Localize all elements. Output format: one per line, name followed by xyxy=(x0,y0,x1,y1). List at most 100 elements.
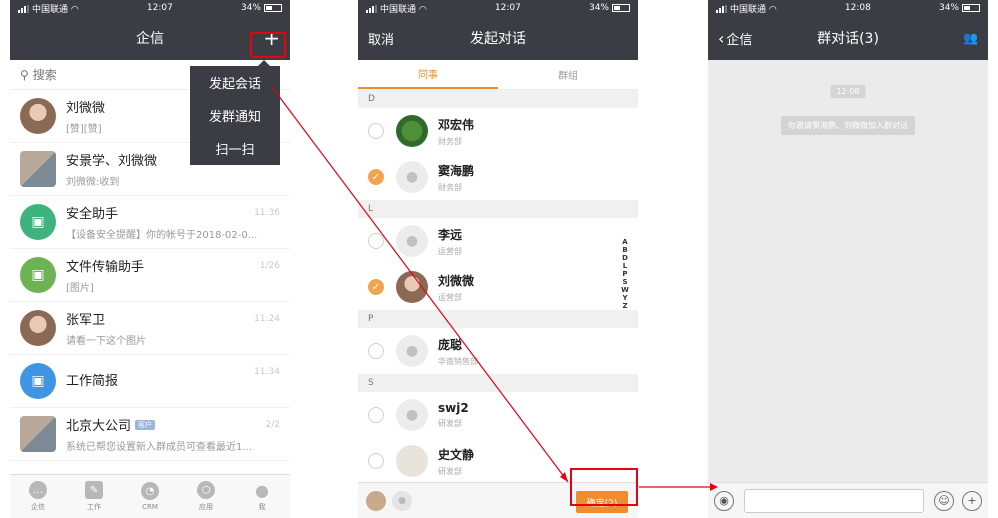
tab-colleagues[interactable]: 同事 xyxy=(358,60,498,89)
contact-info: 李远 运营部 xyxy=(438,226,462,257)
contact-avatar: ● xyxy=(396,161,428,193)
device-icon: ▣ xyxy=(20,204,56,240)
search-placeholder: 搜索 xyxy=(32,68,57,82)
menu-start-chat[interactable]: 发起会话 xyxy=(190,66,280,99)
index-letter[interactable]: A xyxy=(622,238,627,246)
index-letter[interactable]: L xyxy=(623,262,627,270)
unchecked-icon[interactable] xyxy=(368,453,384,469)
chat-row[interactable]: 张军卫 请看一下这个图片 11:24 xyxy=(10,302,290,355)
chat-text: 北京大公司 客户 系统已帮您设置新入群成员可查看最近1... xyxy=(66,415,280,453)
qixin-screen: 中国联通 ◠ 12:07 34% 企信 + ⚲ 搜索 刘微微 [赞][赞] 安景学、… xyxy=(10,0,290,518)
navbar: 企信 + xyxy=(10,16,290,60)
chat-row[interactable]: ▣ 文件传输助手 [图片] 1/26 xyxy=(10,249,290,302)
tab-bar: … 企信 ✎ 工作 ◔ CRM ⬡ 应用 ● 我 xyxy=(10,474,290,518)
contact-avatar: ● xyxy=(396,399,428,431)
index-letter[interactable]: D xyxy=(622,254,628,262)
tab-work[interactable]: ✎ 工作 xyxy=(66,475,122,518)
group-avatar xyxy=(20,416,56,452)
contact-row[interactable]: ✓ 刘微微运营部 xyxy=(358,264,638,310)
cancel-button[interactable]: 取消 xyxy=(368,16,394,60)
chat-name: 安全助手 xyxy=(66,207,119,222)
section-header: S xyxy=(358,374,638,392)
file-icon: ▣ xyxy=(20,257,56,293)
contact-row[interactable]: ✓ ● 窦海鹏 财务部 xyxy=(358,154,638,200)
index-letter[interactable]: P xyxy=(622,270,627,278)
chat-time: 2/2 xyxy=(265,420,280,430)
group-chat-screen: 中国联通 ◠ 12:08 34% ‹ 企信 群对话(3) 👥 12:08 你邀请窦… xyxy=(708,0,988,518)
group-members-icon[interactable]: 👥 xyxy=(963,16,978,60)
menu-scan[interactable]: 扫一扫 xyxy=(190,132,280,165)
report-icon: ▣ xyxy=(20,363,56,399)
tab-me[interactable]: ● 我 xyxy=(234,475,290,518)
index-letter[interactable]: Z xyxy=(622,302,627,310)
contact-info: 庞聪 华南销售部 xyxy=(438,336,478,367)
tab-groups[interactable]: 群组 xyxy=(498,60,638,89)
highlight-add-icon xyxy=(250,32,286,58)
wifi-icon: ◠ xyxy=(768,4,777,15)
contact-name: 刘微微 xyxy=(438,273,475,288)
pie-icon: ◔ xyxy=(141,482,159,500)
contact-dept: 运营部 xyxy=(438,292,462,302)
alphabet-index[interactable]: ABDLPSWYZ xyxy=(620,238,630,310)
chat-text: 张军卫 请看一下这个图片 xyxy=(66,309,280,347)
tab-label: 企信 xyxy=(31,503,45,511)
contact-row[interactable]: 邓宏伟 财务部 xyxy=(358,108,638,154)
battery-percent: 34% xyxy=(588,3,609,13)
chat-time: 11:24 xyxy=(254,314,280,324)
unchecked-icon[interactable] xyxy=(368,407,384,423)
contact-avatar: ● xyxy=(396,225,428,257)
checked-icon[interactable]: ✓ xyxy=(368,279,384,295)
chat-preview: [图片] xyxy=(66,283,94,294)
index-letter[interactable]: S xyxy=(622,278,627,286)
chat-row[interactable]: 北京大公司 客户 系统已帮您设置新入群成员可查看最近1... 2/2 xyxy=(10,408,290,461)
contact-row[interactable]: ● swj2 研发部 xyxy=(358,392,638,438)
customer-badge: 客户 xyxy=(135,419,156,430)
segment-tabs: 同事 群组 xyxy=(358,60,638,90)
cube-icon: ⬡ xyxy=(197,481,215,499)
menu-group-notice[interactable]: 发群通知 xyxy=(190,99,280,132)
signal-icon xyxy=(366,5,377,13)
contact-name: swj2 xyxy=(438,401,469,415)
contact-dept: 财务部 xyxy=(438,136,462,146)
checked-icon[interactable]: ✓ xyxy=(368,169,384,185)
index-letter[interactable]: Y xyxy=(622,294,627,302)
contact-info: swj2 研发部 xyxy=(438,401,469,429)
chat-row[interactable]: ▣ 工作简报 11:34 xyxy=(10,355,290,408)
emoji-icon[interactable]: ☺ xyxy=(934,490,954,511)
signal-icon xyxy=(18,5,29,13)
contact-info: 邓宏伟 财务部 xyxy=(438,116,474,147)
index-letter[interactable]: W xyxy=(621,286,629,294)
page-title: 企信 xyxy=(136,31,164,47)
system-message: 你邀请窦海鹏、刘微微加入群对话 xyxy=(781,116,915,135)
unchecked-icon[interactable] xyxy=(368,123,384,139)
chat-row[interactable]: ▣ 安全助手 【设备安全提醒】你的帐号于2018-02-0... 11:36 xyxy=(10,196,290,249)
photo-avatar xyxy=(20,98,56,134)
battery-percent: 34% xyxy=(240,3,261,13)
tab-qixin[interactable]: … 企信 xyxy=(10,475,66,518)
chat-preview: 刘微微:收到 xyxy=(66,177,120,188)
message-input[interactable] xyxy=(744,488,924,513)
tab-crm[interactable]: ◔ CRM xyxy=(122,475,178,518)
tab-label: CRM xyxy=(142,503,158,511)
tab-apps[interactable]: ⬡ 应用 xyxy=(178,475,234,518)
tab-label: 我 xyxy=(258,503,266,511)
page-title: 发起对话 xyxy=(470,31,526,47)
group-avatar xyxy=(20,151,56,187)
contact-row[interactable]: ● 李远 运营部 xyxy=(358,218,638,264)
voice-icon[interactable]: ◉ xyxy=(714,490,734,511)
chat-body: 12:08 你邀请窦海鹏、刘微微加入群对话 xyxy=(708,60,988,482)
chat-name: 工作简报 xyxy=(66,373,119,389)
tab-label: 工作 xyxy=(87,503,101,511)
chat-name: 张军卫 xyxy=(66,313,106,328)
unchecked-icon[interactable] xyxy=(368,233,384,249)
carrier: 中国联通 xyxy=(380,4,417,15)
battery-icon xyxy=(961,3,980,12)
plus-icon[interactable]: + xyxy=(962,490,982,511)
contact-info: 窦海鹏 财务部 xyxy=(438,162,474,193)
unchecked-icon[interactable] xyxy=(368,343,384,359)
index-letter[interactable]: B xyxy=(622,246,627,254)
battery-percent: 34% xyxy=(938,3,959,13)
back-button[interactable]: ‹ 企信 xyxy=(718,16,752,60)
contact-row[interactable]: ● 庞聪 华南销售部 xyxy=(358,328,638,374)
battery-icon xyxy=(263,3,282,12)
